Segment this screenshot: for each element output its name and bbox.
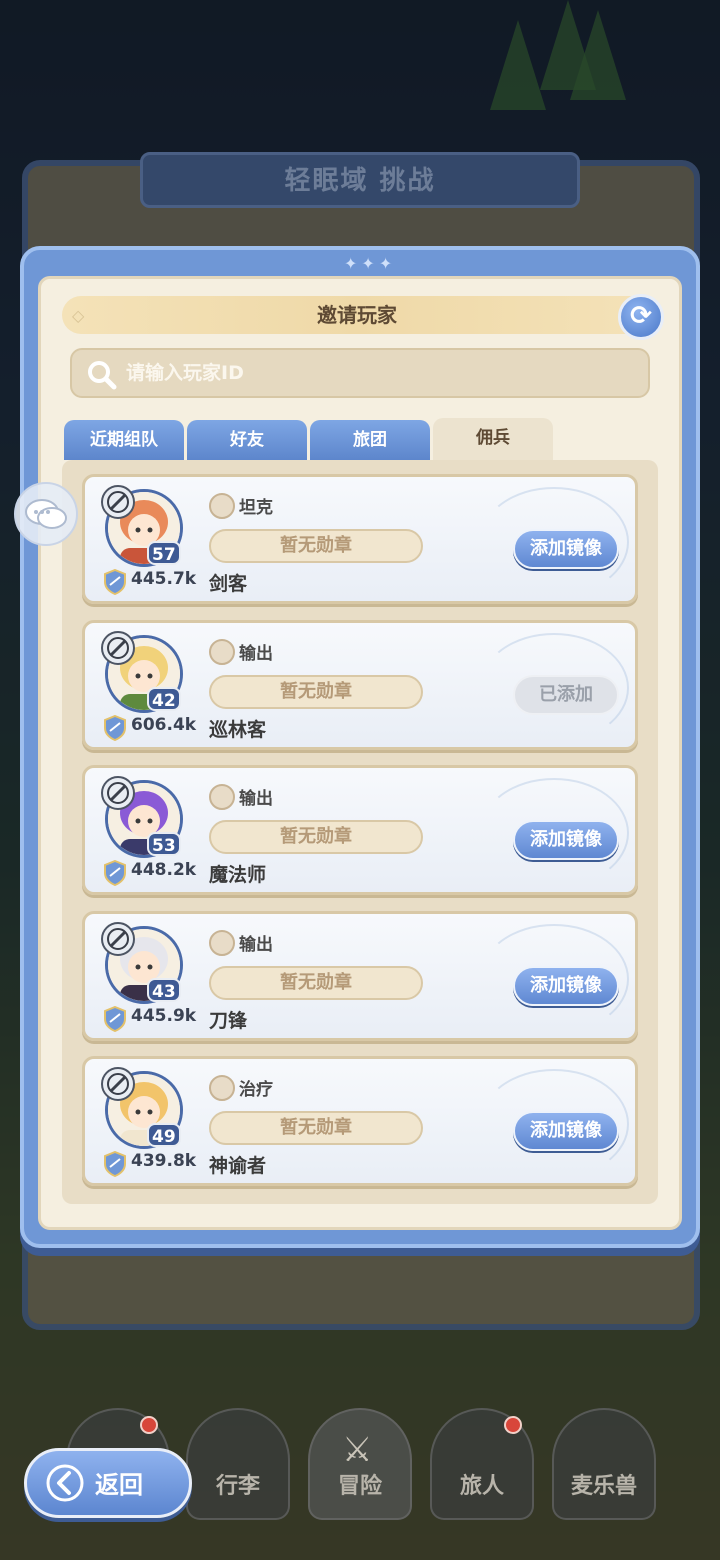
sword-icon: [209, 784, 235, 810]
dialog-title: 邀请玩家: [62, 296, 652, 334]
player-name: 魔法师: [209, 864, 267, 886]
back-arrow-icon: [46, 1464, 84, 1502]
player-id-search-input[interactable]: [126, 350, 626, 396]
nav-label: 行李: [215, 1474, 260, 1499]
player-role: 输出: [239, 789, 273, 809]
player-level: 53: [147, 832, 181, 856]
player-level: 49: [147, 1123, 181, 1147]
medal-slot: 暂无勋章: [209, 674, 423, 709]
power-icon: [104, 1005, 126, 1032]
pine-tree: [570, 10, 626, 100]
medal-slot: 暂无勋章: [209, 965, 423, 1000]
player-power: 445.7k: [131, 569, 197, 589]
player-card: 42 606.4k 输出 暂无勋章 巡林客 已添加: [82, 619, 638, 750]
class-icon: [101, 630, 135, 665]
refresh-button[interactable]: ⟳: [618, 294, 664, 340]
tab-mercenary[interactable]: 佣兵: [433, 418, 553, 460]
player-power: 606.4k: [131, 714, 197, 735]
add-mirror-button[interactable]: 添加镜像: [513, 1111, 619, 1151]
notification-dot: [140, 1416, 158, 1434]
power-icon: [104, 860, 126, 886]
class-icon: [101, 921, 135, 956]
player-level: 42: [147, 686, 181, 711]
nav-label: 冒险: [337, 1474, 382, 1499]
sword-icon: [209, 638, 235, 665]
dialog-ornament: ✦✦✦: [344, 254, 397, 273]
nav-label: 麦乐兽: [570, 1474, 637, 1499]
power-icon: [104, 569, 126, 595]
player-role: 输出: [239, 643, 273, 664]
nav-traveler[interactable]: 旅人: [430, 1408, 534, 1520]
crossed-swords-icon: ⚔: [342, 1430, 373, 1470]
player-card: 57 445.7k 坦克 暂无勋章 剑客 添加镜像: [82, 474, 638, 604]
add-mirror-button[interactable]: 添加镜像: [513, 965, 619, 1006]
nav-label: 旅人: [459, 1474, 504, 1499]
tab-friends[interactable]: 好友: [187, 420, 307, 460]
tab-guild[interactable]: 旅团: [310, 420, 430, 460]
player-name: 巡林客: [209, 718, 267, 741]
power-icon: [104, 714, 126, 741]
medal-slot: 暂无勋章: [209, 820, 423, 854]
chat-button[interactable]: [14, 482, 78, 546]
player-card: 43 445.9k 输出 暂无勋章 刀锋 添加镜像: [82, 910, 638, 1041]
challenge-title: 轻眠域 挑战: [284, 166, 436, 196]
add-mirror-button[interactable]: 添加镜像: [513, 529, 619, 569]
sword-icon: [209, 929, 235, 956]
added-status-button[interactable]: 已添加: [513, 674, 619, 715]
pine-tree: [490, 20, 546, 110]
medal-slot: 暂无勋章: [209, 1111, 423, 1145]
chat-icon: [25, 499, 67, 529]
power-icon: [104, 1151, 126, 1177]
player-card: 53 448.2k 输出 暂无勋章 魔法师 添加镜像: [82, 765, 638, 895]
nav-adventure[interactable]: ⚔ 冒险: [308, 1408, 412, 1520]
nav-pet[interactable]: 麦乐兽: [552, 1408, 656, 1520]
class-icon: [101, 1067, 135, 1101]
player-role: 坦克: [239, 498, 273, 518]
search-bar: [70, 348, 650, 398]
player-power: 448.2k: [131, 860, 197, 880]
player-name: 剑客: [209, 573, 248, 595]
medal-slot: 暂无勋章: [209, 529, 423, 563]
nav-backpack[interactable]: 行李: [186, 1408, 290, 1520]
staff-icon: [209, 1075, 235, 1101]
player-role: 输出: [239, 934, 273, 955]
player-level: 57: [147, 541, 181, 565]
class-icon: [101, 776, 135, 810]
class-icon: [101, 485, 135, 519]
player-name: 神谕者: [209, 1155, 267, 1177]
player-name: 刀锋: [209, 1009, 248, 1032]
tab-recent-team[interactable]: 近期组队: [64, 420, 184, 460]
add-mirror-button[interactable]: 添加镜像: [513, 820, 619, 860]
notification-dot: [504, 1416, 522, 1434]
diamond-icon: ◇: [72, 306, 85, 325]
player-level: 43: [147, 977, 181, 1002]
search-icon: [88, 361, 117, 390]
back-button[interactable]: 返回: [24, 1448, 192, 1518]
back-label: 返回: [95, 1471, 143, 1499]
shield-icon: [209, 493, 235, 519]
player-card: 49 439.8k 治疗 暂无勋章 神谕者 添加镜像: [82, 1056, 638, 1186]
player-power: 439.8k: [131, 1151, 197, 1171]
player-role: 治疗: [239, 1080, 273, 1100]
player-power: 445.9k: [131, 1005, 197, 1026]
refresh-icon: ⟳: [630, 301, 652, 331]
